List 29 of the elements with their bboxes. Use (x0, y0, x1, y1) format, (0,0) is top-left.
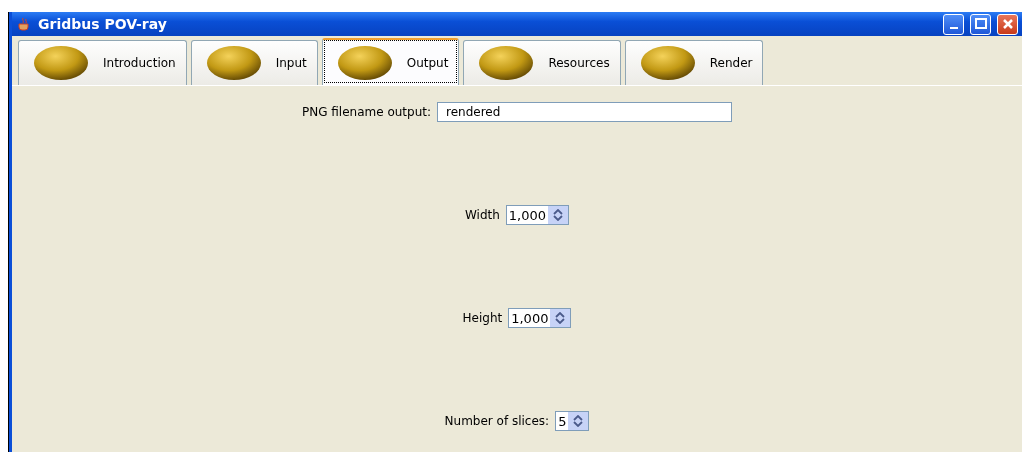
tab[interactable]: Output (321, 38, 460, 85)
minimize-icon (949, 27, 958, 29)
tab[interactable]: Input (190, 40, 318, 85)
sphere-icon (205, 45, 262, 81)
coffee-cup-icon (16, 16, 32, 32)
field-label: PNG filename output: (301, 105, 432, 119)
maximize-icon (974, 18, 987, 30)
sphere-icon (336, 44, 393, 81)
up-down-arrow-icon[interactable] (552, 209, 565, 221)
tab[interactable]: Render (624, 40, 764, 85)
up-down-arrow-icon[interactable] (554, 312, 567, 324)
filename-field[interactable]: rendered (437, 102, 733, 122)
number-spinner[interactable]: 1,000 (508, 308, 572, 328)
maximize-button[interactable] (970, 13, 991, 35)
window-title: Gridbus POV-ray (38, 16, 168, 32)
sphere-icon (639, 45, 696, 81)
close-icon (1001, 18, 1014, 30)
up-down-arrow-icon[interactable] (572, 415, 585, 427)
tab[interactable]: Introduction (18, 40, 187, 85)
sphere-icon (478, 45, 535, 81)
tab[interactable]: Resources (463, 40, 621, 85)
field-label: Width (464, 208, 500, 222)
close-button[interactable] (997, 13, 1018, 35)
minimize-button[interactable] (943, 13, 964, 35)
number-spinner[interactable]: 1,000 (505, 205, 570, 225)
sphere-icon (33, 45, 89, 81)
field-label: Number of slices: (444, 414, 550, 428)
field-label: Height (462, 311, 503, 325)
number-spinner[interactable]: 5 (555, 411, 590, 431)
